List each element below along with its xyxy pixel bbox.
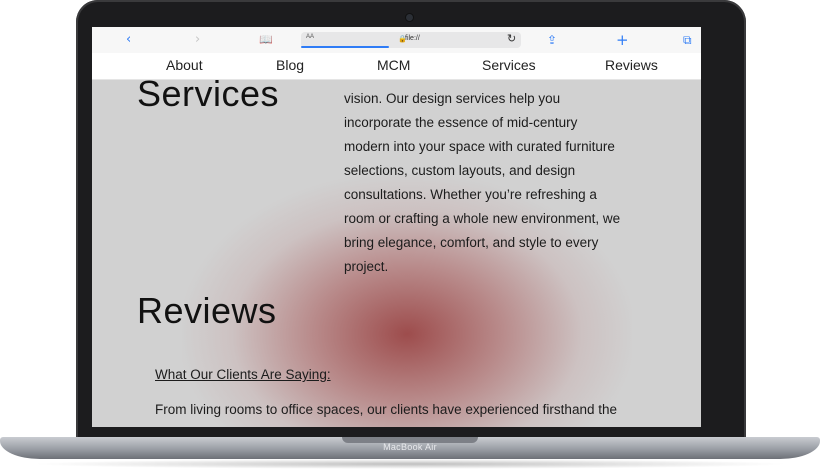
reader-button[interactable]: AA [306,34,314,40]
reviews-heading: Reviews [137,290,277,331]
page-load-progress [301,46,389,48]
laptop-model-label: MacBook Air [383,442,437,452]
address-bar[interactable]: AA 🔒 file:// ↻ [301,32,521,48]
laptop-screen: ‹ › 📖 AA 🔒 file:// ↻ ⇪ + ⧉ About Blog MC… [92,27,701,427]
tabs-icon[interactable]: ⧉ [683,31,692,49]
services-heading: Services [137,73,280,114]
bookmarks-icon[interactable]: 📖 [259,31,273,49]
browser-toolbar: ‹ › 📖 AA 🔒 file:// ↻ ⇪ + ⧉ [92,27,701,54]
forward-icon[interactable]: › [195,31,200,49]
laptop-shadow [30,459,790,469]
nav-mcm[interactable]: MCM [377,57,410,73]
share-icon[interactable]: ⇪ [547,31,557,49]
nav-blog[interactable]: Blog [276,57,304,73]
services-description: vision. Our design services help you inc… [344,91,621,274]
nav-services[interactable]: Services [482,57,536,73]
nav-about[interactable]: About [166,57,203,73]
page-content: Services vision. Our design services hel… [92,73,701,427]
reviews-subheading[interactable]: What Our Clients Are Saying: [155,367,331,382]
reload-icon[interactable]: ↻ [507,32,516,45]
new-tab-icon[interactable]: + [616,31,629,49]
back-icon[interactable]: ‹ [126,31,131,49]
nav-reviews[interactable]: Reviews [605,57,658,73]
url-text[interactable]: file:// [405,35,420,42]
camera-icon [406,14,413,21]
reviews-intro-text: From living rooms to office spaces, our … [155,402,617,417]
